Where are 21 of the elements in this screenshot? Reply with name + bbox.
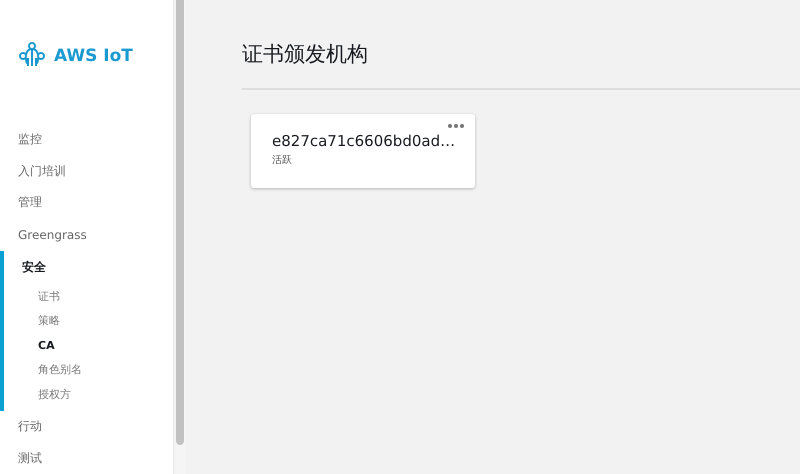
page-title: 证书颁发机构 (242, 40, 800, 90)
scrollbar-thumb[interactable] (176, 0, 184, 445)
nav-item[interactable]: Greengrass (0, 218, 173, 250)
nav-subitem[interactable]: CA (4, 333, 173, 358)
nav-subitem[interactable]: 角色别名 (4, 358, 173, 382)
logo-text: AWS IoT (54, 46, 133, 66)
card-title: e827ca71c6606bd0ad… (272, 132, 456, 150)
card-status: 活跃 (272, 154, 293, 167)
nav-subitem[interactable]: 证书 (4, 284, 173, 308)
nav-item[interactable]: 管理 (0, 187, 173, 219)
more-icon[interactable] (447, 123, 465, 129)
nav-subitem[interactable]: 策略 (4, 308, 173, 333)
nav-item[interactable]: 测试 (0, 442, 173, 474)
nav-item[interactable]: 入门培训 (0, 155, 173, 187)
ca-card[interactable]: e827ca71c6606bd0ad… 活跃 (251, 114, 475, 188)
scrollbar[interactable] (173, 0, 186, 474)
logo-icon (18, 42, 46, 68)
nav-item[interactable]: 行动 (0, 410, 173, 442)
nav-item[interactable]: 安全 (4, 250, 173, 284)
nav-item[interactable]: 监控 (0, 124, 173, 156)
nav-subitem[interactable]: 授权方 (4, 382, 173, 406)
